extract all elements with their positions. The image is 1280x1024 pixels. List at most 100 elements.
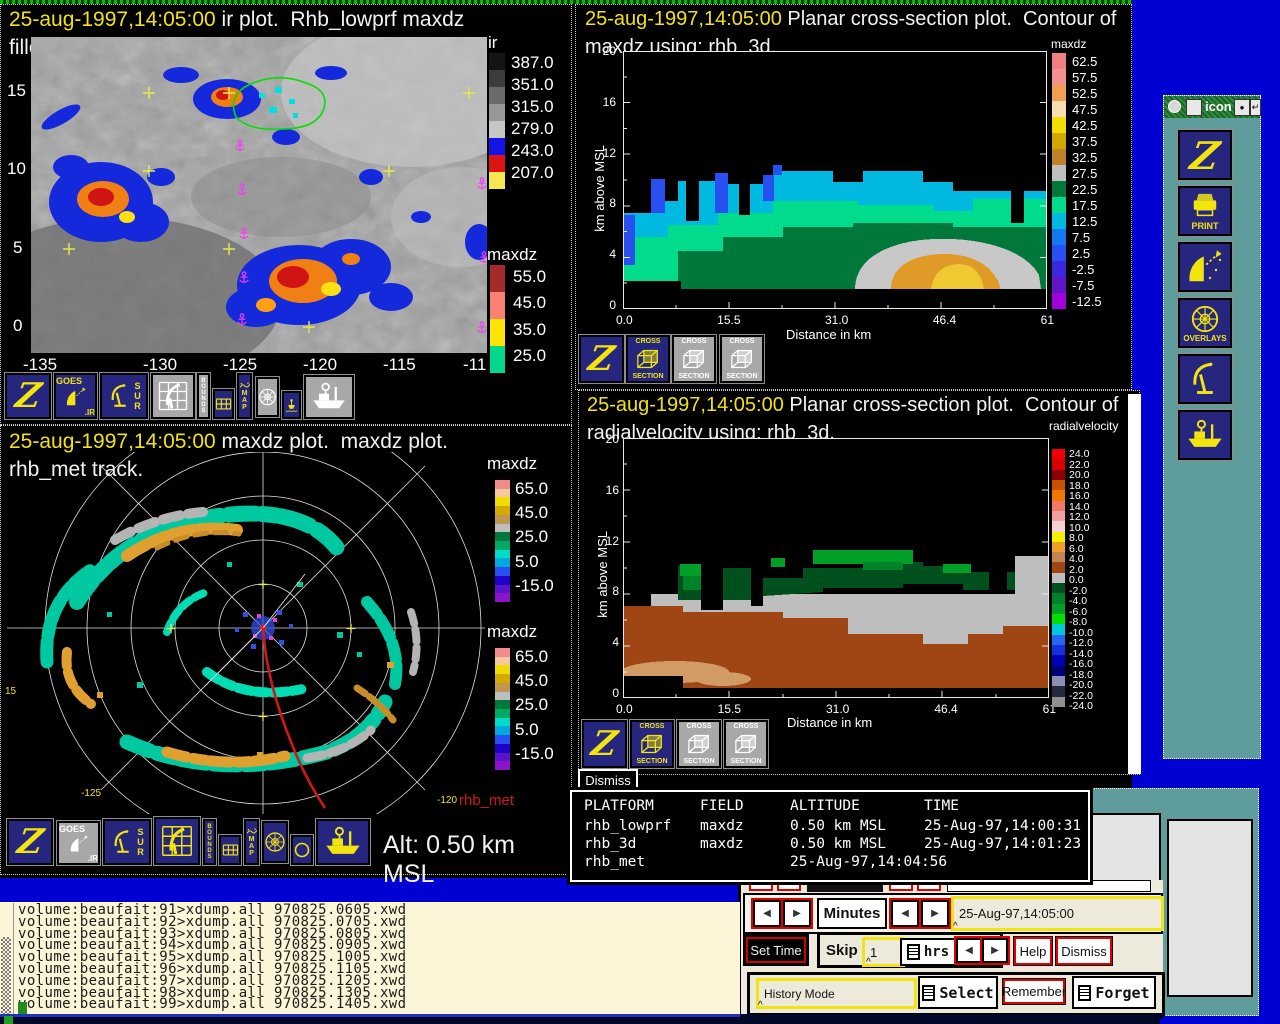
cross-section-button[interactable]: CROSS SECTION — [672, 335, 716, 383]
cube-icon — [635, 348, 661, 370]
cross-section-button-active[interactable]: CROSS SECTION — [630, 720, 674, 768]
step-back-button[interactable]: ◀ — [891, 900, 919, 927]
skip-forward-button[interactable]: ▶ — [982, 938, 1008, 963]
colorbar-xs1 — [1052, 53, 1066, 309]
select-button[interactable]: Select — [918, 976, 998, 1009]
printer-icon — [1189, 191, 1221, 221]
colorbar-segment — [495, 657, 510, 666]
terminal-output: volume:beaufait:91>xdump.all 970825.0605… — [18, 905, 406, 1011]
xs-radialvelocity-plot[interactable] — [623, 438, 1049, 698]
grid-radar-button[interactable] — [154, 817, 200, 865]
bounds-button[interactable]: BOUNDS — [197, 373, 210, 419]
scrollbar-thumb[interactable] — [1, 937, 11, 1014]
cross-section-button[interactable]: CROSS SECTION — [720, 335, 764, 383]
palette-title: icon — [1205, 99, 1232, 114]
palette-print-button[interactable]: PRINT — [1178, 186, 1232, 236]
skip-back-button[interactable]: ◀ — [956, 938, 982, 963]
x-tick: 46.4 — [934, 702, 957, 716]
ppi-radar-display[interactable] — [7, 452, 485, 814]
x-tick: 31.0 — [826, 702, 849, 716]
goes-ir-button[interactable]: GOES .IR — [54, 373, 97, 419]
colorbar-tick: 22.5 — [1072, 183, 1102, 196]
sur-radar-button[interactable]: SUR — [103, 819, 151, 865]
window-doc-button[interactable] — [1186, 99, 1202, 116]
remember-button[interactable]: Remember — [1002, 978, 1066, 1005]
terminal-scrollbar[interactable] — [0, 903, 14, 1015]
datetime-field[interactable]: 25-Aug-97,14:05:00 — [951, 896, 1164, 931]
overlays-button[interactable] — [262, 821, 288, 863]
cross-section-button-active[interactable]: CROSS SECTION — [626, 335, 670, 383]
colorbar-segment — [1052, 245, 1066, 261]
bounds-button[interactable]: BOUNDS — [203, 819, 216, 865]
circle-button[interactable] — [291, 835, 313, 865]
window-menu-button[interactable] — [1168, 100, 1181, 113]
map-button[interactable]: MAP — [237, 373, 252, 419]
units-button[interactable]: hrs — [900, 938, 956, 966]
window-xs-maxdz: 25-aug-1997,14:05:00 Planar cross-sectio… — [575, 4, 1132, 390]
zeb-logo-button[interactable]: Z — [579, 335, 624, 383]
ship-icon — [1185, 416, 1225, 454]
overlays-button[interactable] — [256, 377, 279, 417]
dismiss-button[interactable]: Dismiss — [1055, 936, 1113, 966]
minigrid-button[interactable] — [213, 389, 234, 419]
set-time-button[interactable]: Set Time — [743, 934, 809, 966]
palette-ship-button[interactable] — [1178, 410, 1232, 460]
zeb-logo-button[interactable]: Z — [5, 373, 51, 419]
lon-tick: -120 — [437, 795, 457, 806]
palette-antenna-button[interactable] — [1178, 354, 1232, 404]
bounds-label: BOUNDS — [207, 824, 213, 860]
colorbar-segment — [495, 489, 510, 498]
colorbar-tick: 20.0 — [1069, 470, 1093, 481]
ir-satellite-image[interactable] — [31, 37, 487, 353]
colorbar-segment — [495, 524, 510, 533]
palette-titlebar[interactable]: icon ● ↵ — [1164, 96, 1260, 118]
x-ticks: 0.015.531.046.461 — [616, 702, 1056, 716]
ship-button[interactable] — [316, 819, 370, 865]
colorbar-tick: 8.0 — [1069, 533, 1093, 544]
colorbar-segment — [495, 593, 510, 602]
colorbar-tick: 42.5 — [1072, 119, 1102, 132]
minigrid-button[interactable] — [219, 835, 241, 865]
colorbar-segment — [490, 265, 505, 292]
help-button[interactable]: Help — [1013, 936, 1053, 966]
history-mode-field[interactable]: History Mode — [756, 978, 917, 1009]
colorbar-ppi-2-ticks: 65.045.025.05.0-15.0 — [515, 644, 554, 766]
forget-button[interactable]: Forget — [1072, 976, 1156, 1009]
colorbar-segment — [489, 138, 505, 155]
colorbar-segment — [1052, 449, 1065, 459]
grid-radar-button[interactable] — [151, 373, 195, 419]
buoy-button[interactable] — [282, 391, 301, 419]
zeb-logo-button[interactable]: Z — [7, 819, 53, 865]
overlay-dismiss-button[interactable]: Dismiss — [578, 769, 638, 792]
step-back-button[interactable]: ◀ — [753, 900, 781, 927]
buoy-icon — [284, 398, 299, 413]
colorbar-segment — [489, 87, 505, 104]
ship-button[interactable] — [304, 375, 354, 419]
window-xs-radialvelocity: 25-aug-1997,14:05:00 Planar cross-sectio… — [578, 390, 1140, 775]
colorbar-segment — [1052, 655, 1065, 665]
palette-satellite-button[interactable] — [1178, 242, 1232, 292]
window-zoom-button[interactable]: ↵ — [1250, 99, 1261, 116]
cross-section-button[interactable]: CROSS SECTION — [677, 720, 721, 768]
step-forward-button[interactable]: ▶ — [921, 900, 949, 927]
colorbar-tick: -4.0 — [1069, 596, 1093, 607]
palette-overlays-button[interactable]: OVERLAYS — [1178, 298, 1232, 348]
xs-maxdz-plot[interactable] — [623, 51, 1047, 309]
cell-platform: rhb_lowprf — [584, 818, 671, 834]
grid-radar-icon — [155, 377, 191, 415]
overlays-label: OVERLAYS — [1183, 334, 1226, 343]
colorbar-tick: -15.0 — [515, 577, 554, 594]
colorbar-ir-ticks: 387.0351.0315.0279.0243.0207.0 — [511, 51, 554, 183]
goes-ir-button[interactable]: GOES .IR — [57, 821, 100, 865]
minutes-button[interactable]: Minutes — [817, 898, 887, 929]
colorbar-segment — [1052, 165, 1066, 181]
map-button[interactable]: MAP — [244, 819, 259, 865]
cross-section-button[interactable]: CROSS SECTION — [724, 720, 768, 768]
colorbar-segment — [489, 53, 505, 70]
step-forward-button[interactable]: ▶ — [783, 900, 811, 927]
palette-zeb-button[interactable]: Z — [1178, 130, 1232, 180]
terminal-window[interactable]: volume:beaufait:91>xdump.all 970825.0605… — [0, 902, 740, 1015]
window-iconify-button[interactable]: ● — [1234, 99, 1250, 116]
sur-radar-button[interactable]: SUR — [100, 373, 148, 419]
zeb-logo-button[interactable]: Z — [582, 720, 627, 768]
